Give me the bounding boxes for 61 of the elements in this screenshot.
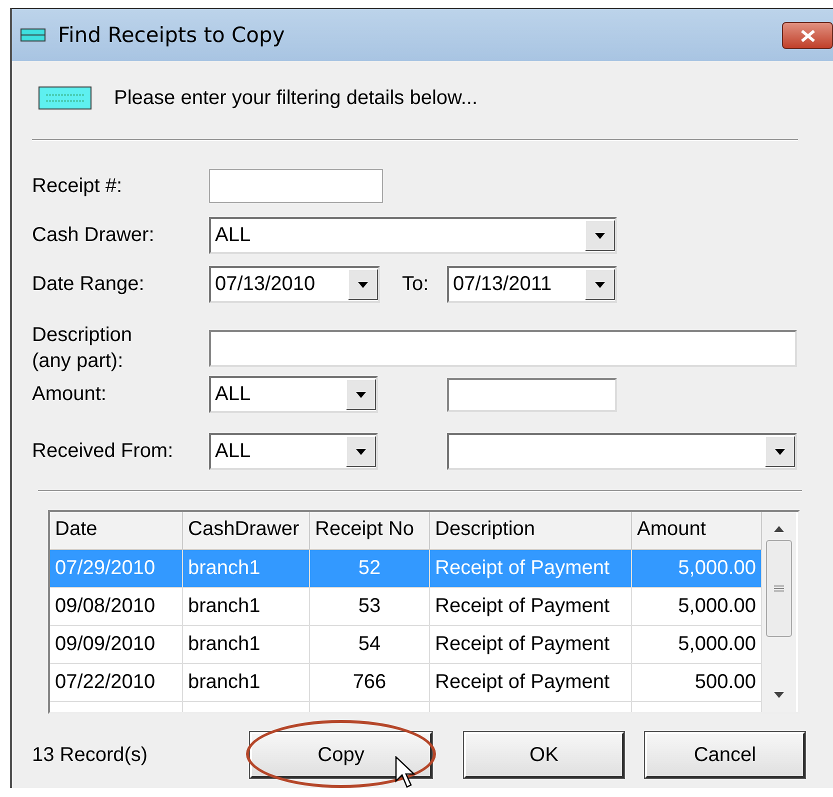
date-from-picker[interactable]: 07/13/2010	[209, 266, 380, 303]
grip-icon	[774, 585, 784, 592]
table-row[interactable]: 09/09/2010 branch1 54 Receipt of Payment 5,000.00	[50, 626, 762, 664]
received-from-filter-dropdown[interactable]: ALL	[209, 433, 378, 470]
field-label: Receipt #:	[32, 174, 124, 198]
amount-field[interactable]	[447, 378, 617, 412]
column-header[interactable]: Description	[430, 512, 632, 550]
table-row[interactable]: 09/08/2010 branch1 53 Receipt of Payment 5,000.00	[50, 588, 762, 626]
field-label: To:	[402, 273, 430, 296]
description-field[interactable]	[209, 330, 797, 366]
field-label: Received From:	[32, 440, 174, 463]
scrollbar[interactable]	[762, 512, 796, 712]
table-cell: 09/08/2010	[50, 588, 183, 626]
table-cell: branch1	[183, 588, 310, 626]
record-count: 13 Record(s)	[32, 744, 149, 766]
table-row[interactable]: 07/22/2010 branch1 766 Receipt of Payment 500.00	[50, 664, 762, 702]
close-icon	[800, 28, 816, 42]
column-header[interactable]: Receipt No	[310, 512, 430, 550]
scroll-up-icon	[774, 526, 784, 532]
received-from-dropdown[interactable]	[447, 433, 797, 470]
table-cell: branch1	[183, 626, 310, 664]
table-cell: branch1	[183, 664, 310, 702]
instruction-text: Please enter your filtering details below...	[114, 86, 478, 110]
column-header[interactable]: Date	[50, 512, 183, 550]
table-cell: 07/29/2010	[50, 550, 183, 588]
field-label: Description (any part):	[32, 323, 134, 374]
table-cell: 53	[310, 588, 430, 626]
table-cell: Receipt of Payment	[430, 626, 632, 664]
table-cell: Receipt of Payment	[430, 664, 632, 702]
table-cell: branch1	[183, 550, 310, 588]
keyboard-icon	[38, 86, 92, 110]
field-label: Amount:	[32, 383, 108, 406]
caret-icon	[356, 392, 366, 398]
field-label: Cash Drawer:	[32, 224, 156, 247]
date-to-picker[interactable]: 07/13/2011	[447, 266, 617, 303]
table-cell: 09/09/2010	[50, 626, 183, 664]
window-title: Find Receipts to Copy	[58, 23, 285, 47]
field-label: Date Range:	[32, 273, 146, 296]
window-icon	[20, 28, 46, 42]
column-header[interactable]: Amount	[632, 512, 762, 550]
scroll-down-icon	[774, 692, 784, 698]
dialog-button[interactable]: OK	[464, 732, 624, 778]
close-button[interactable]	[782, 22, 833, 49]
scroll-thumb[interactable]	[766, 540, 792, 637]
receipt-number-field[interactable]	[209, 169, 383, 203]
caret-icon	[595, 232, 605, 238]
amount-operator-dropdown[interactable]: ALL	[209, 376, 378, 413]
column-header[interactable]: CashDrawer	[183, 512, 310, 550]
table-cell: Receipt of Payment	[430, 550, 632, 588]
table-cell: 54	[310, 626, 430, 664]
caret-icon	[356, 448, 366, 454]
caret-icon	[775, 448, 785, 454]
table-cell: Receipt of Payment	[430, 588, 632, 626]
dialog-button[interactable]: Cancel	[645, 732, 805, 778]
caret-icon	[595, 282, 605, 288]
caret-icon	[358, 282, 368, 288]
cash-drawer-dropdown[interactable]: ALL	[209, 217, 617, 254]
table-cell: 07/22/2010	[50, 664, 183, 702]
dialog-button[interactable]: Copy	[250, 732, 432, 778]
table-cell: 766	[310, 664, 430, 702]
table-cell: 52	[310, 550, 430, 588]
